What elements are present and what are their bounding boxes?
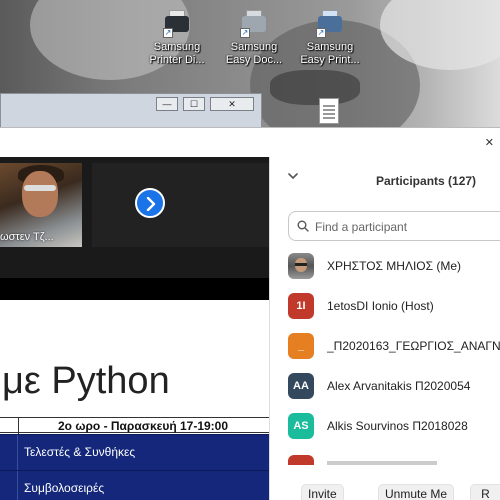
chevron-down-icon[interactable] (288, 173, 298, 180)
table-cell: Συμβολοσειρές (24, 481, 105, 495)
participant-name: Alex Arvanitakis Π2020054 (327, 379, 471, 393)
desktop-icon-label: Printer Di... (149, 54, 205, 66)
table-cell: Τελεστές & Συνθήκες (24, 445, 136, 459)
participant-name: Alkis Sourvinos Π2018028 (327, 419, 468, 433)
unmute-me-button[interactable]: Unmute Me (378, 484, 455, 500)
video-tile[interactable]: ωστεν Τζ... (0, 163, 82, 247)
video-tile-empty (92, 163, 269, 247)
participant-row[interactable]: _ _Π2020163_ΓΕΩΡΓΙΟΣ_ΑΝΑΓΝΩ (288, 333, 500, 359)
shared-screen: με Python 2ο ωρο - Παρασκευή 17-19:00 Τε… (0, 300, 269, 500)
table-header-text: 2ο ωρο - Παρασκευή 17-19:00 (58, 419, 229, 433)
avatar: 1I (288, 293, 314, 319)
avatar: AA (288, 373, 314, 399)
search-icon (297, 220, 309, 232)
video-tile-name: ωστεν Τζ... (0, 231, 54, 243)
slide-title: με Python (2, 360, 170, 402)
desktop-icon-samsung-easy-print[interactable]: ↗ Samsung Easy Print... (294, 8, 366, 67)
invite-button[interactable]: Invite (301, 484, 344, 500)
participant-search[interactable] (288, 211, 500, 241)
close-icon[interactable]: ✕ (485, 136, 494, 149)
participant-search-input[interactable] (315, 218, 500, 235)
desktop-icon-label: Samsung (230, 41, 278, 53)
participants-panel: Participants (127) ΧΡΗΣΤΟΣ ΜΗΛΙΟΣ (Me) 1… (269, 157, 500, 500)
participant-row[interactable]: 1I 1etosDI Ionio (Host) (288, 293, 500, 319)
table-row: Τελεστές & Συνθήκες (0, 434, 269, 471)
participant-row[interactable]: AS Alkis Sourvinos Π2018028 (288, 413, 500, 439)
participant-row[interactable]: ΧΡΗΣΤΟΣ ΜΗΛΙΟΣ (Me) (288, 253, 500, 279)
maximize-button[interactable]: ☐ (183, 97, 205, 111)
participant-row[interactable]: AA Alex Arvanitakis Π2020054 (288, 373, 500, 399)
desktop-icon-samsung-easy-document[interactable]: ↗ Samsung Easy Doc... (218, 8, 290, 67)
table-header: 2ο ωρο - Παρασκευή 17-19:00 (0, 417, 269, 434)
desktop-icon-samsung-printer-diagnostics[interactable]: ↗ Samsung Printer Di... (141, 8, 213, 67)
participants-header: Participants (127) (270, 157, 500, 197)
avatar (288, 455, 314, 465)
zoom-meeting-window: ✕ ωστεν Τζ... με Python 2ο ωρο - Παρασκε… (0, 127, 500, 500)
participant-name: _Π2020163_ΓΕΩΡΓΙΟΣ_ΑΝΑΓΝΩ (327, 339, 500, 353)
avatar: _ (288, 333, 314, 359)
participant-name: ΧΡΗΣΤΟΣ ΜΗΛΙΟΣ (Me) (327, 259, 462, 273)
desktop-icon-label: Samsung (153, 41, 201, 53)
raise-hand-button[interactable]: R (470, 484, 500, 500)
printer-app-icon: ↗ (316, 8, 344, 38)
printer-tool-icon: ↗ (240, 8, 268, 38)
video-gallery: ωστεν Τζ... (0, 157, 269, 300)
participants-footer: Invite Unmute Me R (270, 480, 500, 500)
participant-name: 1etosDI Ionio (Host) (327, 299, 434, 313)
table-row: Συμβολοσειρές (0, 470, 269, 500)
participant-row[interactable] (288, 455, 500, 465)
gallery-bottom-strip (0, 278, 269, 300)
minimize-button[interactable]: — (156, 97, 178, 111)
close-button[interactable]: ✕ (210, 97, 254, 111)
printer-icon: ↗ (163, 8, 191, 38)
avatar (288, 253, 314, 279)
participants-title: Participants (127) (376, 174, 477, 188)
desktop-icon-label: Easy Doc... (225, 54, 283, 66)
next-page-button[interactable] (135, 188, 165, 218)
zoom-titlebar: ✕ (0, 127, 500, 157)
chevron-right-icon (146, 197, 156, 211)
desktop-icon-label: Easy Print... (300, 54, 360, 66)
desktop-icon-label: Samsung (306, 41, 354, 53)
document-icon[interactable] (319, 98, 339, 124)
avatar: AS (288, 413, 314, 439)
